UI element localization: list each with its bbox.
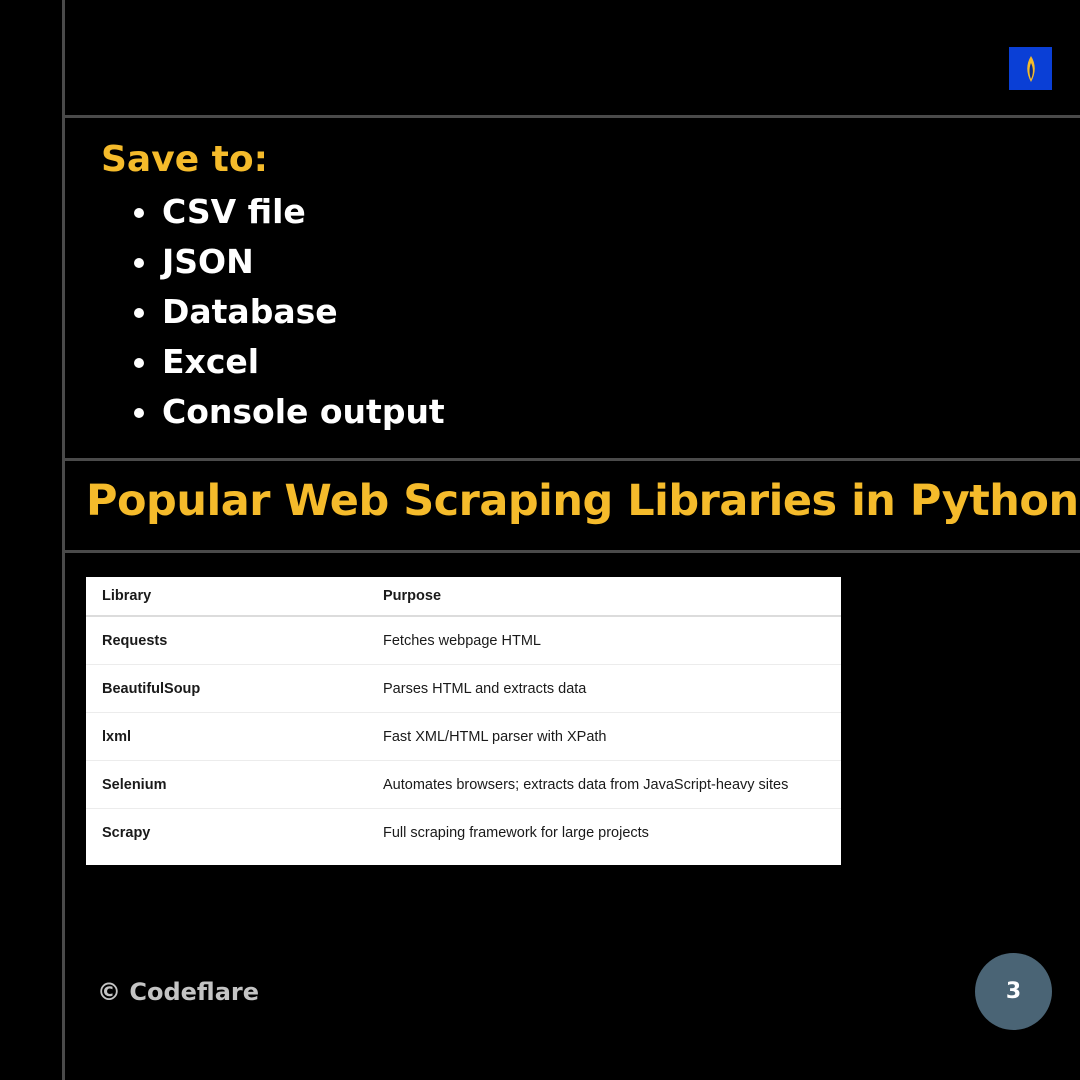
column-header-library: Library (86, 577, 383, 617)
section-title: Popular Web Scraping Libraries in Python (86, 476, 1079, 526)
library-purpose: Fast XML/HTML parser with XPath (383, 712, 841, 761)
footer-brand: © Codeflare (97, 978, 260, 1006)
list-item: CSV file (131, 187, 445, 237)
library-name: Selenium (86, 760, 383, 809)
divider-middle (62, 458, 1080, 461)
table-header-row: Library Purpose (86, 577, 841, 617)
list-item: Excel (131, 337, 445, 387)
page-number-badge: 3 (975, 953, 1052, 1030)
bullet-icon (134, 308, 144, 318)
libraries-table: Library Purpose Requests Fetches webpage… (86, 577, 841, 856)
library-name: lxml (86, 712, 383, 761)
bullet-icon (134, 258, 144, 268)
list-item-label: CSV file (162, 192, 306, 231)
list-item: Console output (131, 387, 445, 437)
libraries-table-card: Library Purpose Requests Fetches webpage… (86, 577, 841, 865)
library-purpose: Parses HTML and extracts data (383, 664, 841, 713)
flame-logo-icon (1009, 47, 1052, 90)
table-row: Requests Fetches webpage HTML (86, 616, 841, 665)
divider-lower (62, 550, 1080, 553)
library-name: Requests (86, 616, 383, 665)
table-row: Selenium Automates browsers; extracts da… (86, 760, 841, 809)
library-purpose: Fetches webpage HTML (383, 616, 841, 665)
list-item-label: Excel (162, 342, 260, 381)
list-item: Database (131, 287, 445, 337)
column-header-purpose: Purpose (383, 577, 841, 617)
library-name: BeautifulSoup (86, 664, 383, 713)
bullet-icon (134, 408, 144, 418)
save-to-heading: Save to: (101, 139, 268, 180)
table-row: lxml Fast XML/HTML parser with XPath (86, 712, 841, 761)
save-options-list: CSV file JSON Database Excel Console out… (131, 187, 445, 437)
list-item-label: Console output (162, 392, 445, 431)
divider-top (62, 115, 1080, 118)
table-row: BeautifulSoup Parses HTML and extracts d… (86, 664, 841, 713)
list-item: JSON (131, 237, 445, 287)
bullet-icon (134, 208, 144, 218)
bullet-icon (134, 358, 144, 368)
library-name: Scrapy (102, 824, 151, 841)
page-number: 3 (1005, 979, 1022, 1004)
library-purpose: Full scraping framework for large projec… (383, 824, 649, 841)
list-item-label: JSON (162, 242, 254, 281)
list-item-label: Database (162, 292, 338, 331)
table-row: Scrapy Full scraping framework for large… (86, 809, 841, 857)
left-vertical-divider (62, 0, 65, 1080)
library-purpose: Automates browsers; extracts data from J… (383, 760, 841, 809)
